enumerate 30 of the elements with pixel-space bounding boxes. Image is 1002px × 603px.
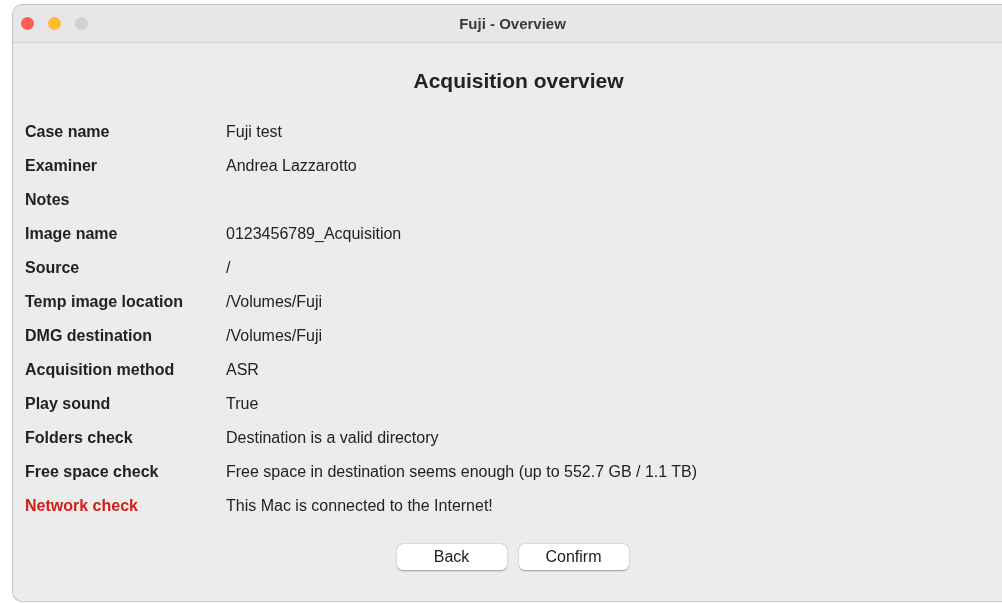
confirm-button[interactable]: Confirm (518, 544, 629, 570)
field-label: Temp image location (25, 292, 183, 312)
field-label: Examiner (25, 156, 98, 176)
field-label: Network check (25, 496, 138, 516)
field-value: True (226, 394, 259, 414)
field-label: Image name (25, 224, 118, 244)
field-value: Andrea Lazzarotto (226, 156, 357, 176)
field-label: Notes (25, 190, 70, 210)
field-value: ASR (226, 360, 259, 380)
field-label: Case name (25, 122, 110, 142)
back-button[interactable]: Back (396, 544, 507, 570)
field-label: Acquisition method (25, 360, 175, 380)
field-value: This Mac is connected to the Internet! (226, 496, 493, 516)
field-value: 0123456789_Acquisition (226, 224, 402, 244)
field-label: Folders check (25, 428, 133, 448)
field-label: Play sound (25, 394, 111, 414)
field-value: / (226, 258, 231, 278)
window-control-dot[interactable] (21, 17, 34, 30)
field-value: Destination is a valid directory (226, 428, 439, 448)
window-control-dot[interactable] (75, 17, 88, 30)
field-value: /Volumes/Fuji (226, 292, 323, 312)
field-label: Free space check (25, 462, 159, 482)
field-label: Source (25, 258, 80, 278)
window-title: Fuji - Overview (459, 15, 566, 32)
page-heading: Acquisition overview (413, 69, 624, 93)
field-value: Free space in destination seems enough (up to 552.7 GB / 1.1 TB) (226, 462, 698, 482)
field-value: /Volumes/Fuji (226, 326, 323, 346)
field-label: DMG destination (25, 326, 153, 346)
field-value: Fuji test (226, 122, 282, 142)
window-control-dot[interactable] (48, 17, 61, 30)
